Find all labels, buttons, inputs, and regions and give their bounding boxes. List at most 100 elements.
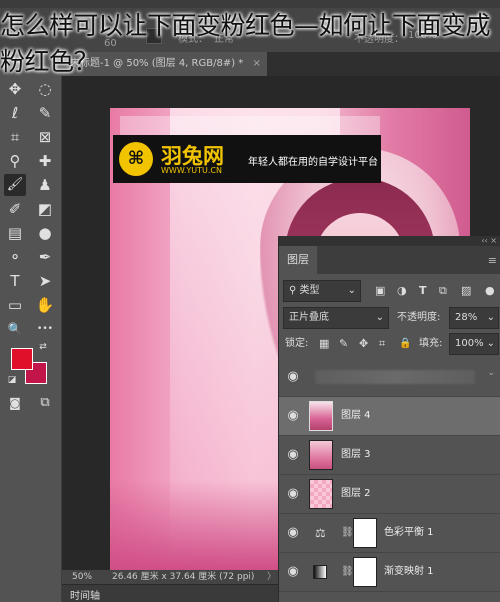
lock-pixels-icon[interactable]: ✎ [339,333,348,355]
smart-filter-icon[interactable]: ▨ [461,280,471,302]
link-chain-icon[interactable]: ⛓ [341,564,354,580]
visibility-eye-icon[interactable]: ◉ [285,408,301,424]
panel-menu-icon[interactable]: ≡ [488,254,497,267]
link-chain-icon[interactable]: ⛓ [341,525,354,541]
screen-mode-icon[interactable]: ⧉ [34,392,56,414]
rectangle-icon[interactable]: ▭ [4,294,26,316]
frame-icon[interactable]: ⊠ [34,126,56,148]
opacity-label: 不透明度: [397,312,441,323]
lasso-icon[interactable]: ℓ [4,102,26,124]
filter-toggle-icon[interactable]: ● [485,280,495,302]
fill-label: 填充: [419,338,443,349]
lock-row: 锁定: ▦ ✎ ✥ ⌗ 🔒 填充: 100% ⌄ [279,332,500,358]
chevron-down-icon: ⌄ [347,285,356,296]
watermark-url: WWW.YUTU.CN [161,166,222,175]
layer-mask-thumbnail[interactable] [353,557,377,587]
layer-opacity-field[interactable]: 28% ⌄ [449,307,499,329]
lock-label: 锁定: [285,338,309,349]
visibility-eye-icon[interactable]: ◉ [285,564,301,580]
more-icon[interactable]: ••• [34,318,56,340]
gradient-map-icon [313,565,327,579]
panel-collapse-icon[interactable]: ‹‹ × [279,236,500,246]
layer-row[interactable]: ◉ ⌄ [279,358,500,397]
chevron-down-icon: ⌄ [486,338,495,349]
adjustment-layer-row[interactable]: ◉ ⛓ 渐变映射 1 [279,553,500,592]
blurred-layer-name [315,370,475,384]
layer-thumbnail [309,440,333,470]
blend-mode-select[interactable]: 正片叠底 ⌄ [283,307,389,329]
lock-artboard-icon[interactable]: ⌗ [379,333,385,355]
site-watermark: ⌘ 羽兔网 WWW.YUTU.CN 年轻人都在用的自学设计平台 [113,135,381,183]
layers-tab-row: 图层 ≡ [279,246,500,274]
quick-mask-icon[interactable]: ◙ [4,392,26,414]
type-icon[interactable]: T [4,270,26,292]
foreground-color-swatch-front[interactable] [11,348,33,370]
path-select-icon[interactable]: ➤ [34,270,56,292]
layer-mask-thumbnail[interactable] [353,518,377,548]
visibility-eye-icon[interactable]: ◉ [285,447,301,463]
status-menu-arrow-icon[interactable]: 〉 [267,570,276,584]
swap-colors-icon[interactable]: ⇄ [36,340,50,354]
chevron-down-icon: ⌄ [375,312,384,323]
zoom-icon[interactable]: 🔍 [4,318,26,340]
stamp-icon[interactable]: ♟ [34,174,56,196]
history-brush-icon[interactable]: ✐ [4,198,26,220]
layer-name[interactable]: 图层 4 [341,408,371,424]
timeline-tab[interactable]: 时间轴 [70,587,100,602]
watermark-slogan: 年轻人都在用的自学设计平台 [248,157,378,168]
hand-icon[interactable]: ✋ [34,294,56,316]
color-balance-icon: ⚖ [315,526,326,540]
lock-transparency-icon[interactable]: ▦ [319,333,329,355]
layer-filter-select[interactable]: ⚲ 类型 ⌄ [283,280,361,302]
rabbit-logo-icon: ⌘ [119,142,153,176]
type-filter-icon[interactable]: T [419,280,427,302]
blur-icon[interactable]: ● [34,222,56,244]
layer-filter-row: ⚲ 类型 ⌄ ▣ ◑ T ⧉ ▨ ● [279,278,500,304]
pixel-filter-icon[interactable]: ▣ [375,280,385,302]
quick-select-icon[interactable]: ✎ [34,102,56,124]
visibility-eye-icon[interactable]: ◉ [285,525,301,541]
layer-row[interactable]: ◉ 图层 2 [279,475,500,514]
chevron-down-icon: ⌄ [486,312,495,323]
tab-layers[interactable]: 图层 [279,246,317,274]
chevron-down-icon[interactable]: ⌄ [487,368,495,378]
marquee-icon[interactable]: ◌ [34,78,56,100]
fill-field[interactable]: 100% ⌄ [449,333,499,355]
layer-name[interactable]: 图层 2 [341,486,371,502]
layer-thumbnail [309,401,333,431]
visibility-eye-icon[interactable]: ◉ [285,486,301,502]
healing-icon[interactable]: ✚ [34,150,56,172]
shape-filter-icon[interactable]: ⧉ [439,280,447,302]
layer-name[interactable]: 色彩平衡 1 [384,525,434,541]
adjustment-filter-icon[interactable]: ◑ [397,280,407,302]
document-size-info: 26.46 厘米 x 37.64 厘米 (72 ppi) [112,572,255,582]
article-title-line-1: 怎么样可以让下面变粉红色—如何让下面变成 [0,11,491,40]
lock-position-icon[interactable]: ✥ [359,333,368,355]
eyedropper-icon[interactable]: ⚲ [4,150,26,172]
dodge-icon[interactable]: ⚬ [4,246,26,268]
lock-all-icon[interactable]: 🔒 [399,333,411,355]
layer-filter-value: 类型 [299,285,320,296]
tools-panel: ✥ ◌ ℓ ✎ ⌗ ⊠ ⚲ ✚ 🖌 ♟ ✐ ◩ ▤ ● ⚬ ✒ T ➤ ▭ ✋ … [0,76,62,602]
zoom-level[interactable]: 50% [72,570,92,584]
layer-row[interactable]: ◉ 图层 3 [279,436,500,475]
layer-name[interactable]: 渐变映射 1 [384,564,434,580]
brush-icon[interactable]: 🖌 [4,174,26,196]
gradient-icon[interactable]: ▤ [4,222,26,244]
pen-icon[interactable]: ✒ [34,246,56,268]
layer-name[interactable]: 图层 3 [341,447,371,463]
fill-value: 100% [455,338,484,349]
eraser-icon[interactable]: ◩ [34,198,56,220]
layer-thumbnail [309,479,333,509]
visibility-eye-icon[interactable]: ◉ [285,369,301,385]
default-colors-icon[interactable]: ◪ [6,374,18,386]
article-title: 怎么样可以让下面变粉红色—如何让下面变成 粉红色？ [0,8,500,80]
layer-row-selected[interactable]: ◉ 图层 4 [279,397,500,436]
adjustment-layer-row[interactable]: ◉ ⚖ ⛓ 色彩平衡 1 [279,514,500,553]
article-title-line-2: 粉红色？ [0,47,99,76]
layer-opacity-value: 28% [455,312,478,323]
move-icon[interactable]: ✥ [4,78,26,100]
layers-panel: ‹‹ × 图层 ≡ ⚲ 类型 ⌄ ▣ ◑ T ⧉ ▨ ● 正片叠底 ⌄ 不透明度: … [278,236,500,602]
crop-icon[interactable]: ⌗ [4,126,26,148]
menu-bar [0,0,500,8]
